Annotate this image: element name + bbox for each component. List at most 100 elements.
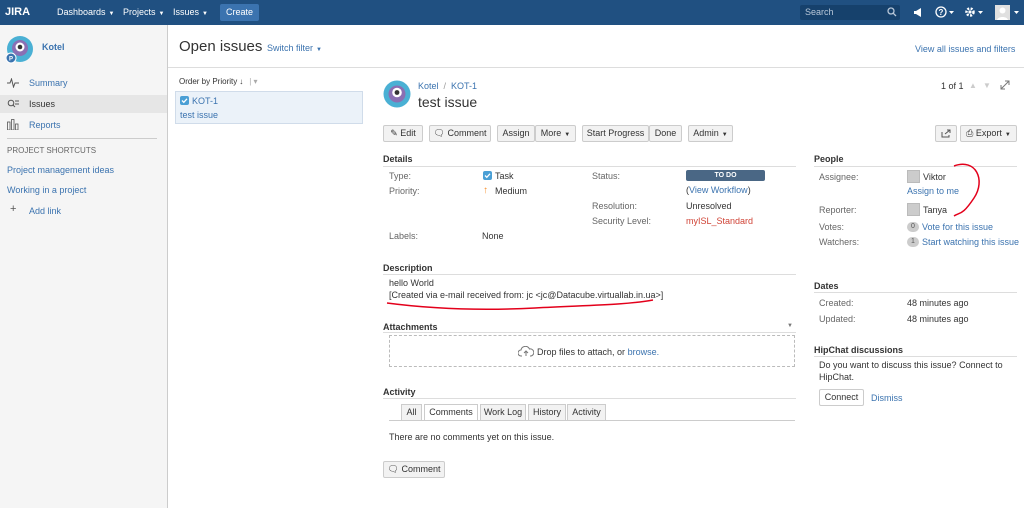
nav-issues[interactable]: Issues ▼ <box>173 0 208 27</box>
tab-work-log[interactable]: Work Log <box>480 404 526 421</box>
share-button[interactable] <box>935 125 957 142</box>
tab-comments[interactable]: Comments <box>424 404 478 421</box>
start-progress-button[interactable]: Start Progress <box>582 125 649 142</box>
add-comment-label: Comment <box>401 464 441 474</box>
more-button[interactable]: More ▼ <box>535 125 576 142</box>
nav-dashboards[interactable]: Dashboards ▼ <box>57 0 114 27</box>
user-avatar[interactable] <box>995 5 1021 20</box>
comment-button[interactable]: 🗨 Comment <box>429 125 491 142</box>
vote-link[interactable]: Vote for this issue <box>922 222 993 233</box>
details-divider <box>383 166 796 167</box>
create-button[interactable]: Create <box>220 4 259 21</box>
created-value: 48 minutes ago <box>907 298 969 308</box>
switch-filter-label: Switch filter <box>267 43 314 53</box>
description-line[interactable]: hello World <box>389 278 434 289</box>
sidebar-item-issues[interactable]: Issues <box>0 95 167 113</box>
chevron-down-icon: ▼ <box>316 47 322 53</box>
sidebar-divider <box>7 138 157 139</box>
issue-summary-title[interactable]: test issue <box>418 94 477 110</box>
chevron-down-icon[interactable]: ▼ <box>787 323 793 329</box>
breadcrumb-project[interactable]: Kotel <box>418 81 439 91</box>
speech-bubble-icon: 🗨 <box>387 464 402 474</box>
search-input[interactable]: Search <box>800 5 900 20</box>
pencil-icon: ✎ <box>390 128 401 138</box>
reporter-avatar <box>907 203 920 216</box>
priority-value: Medium <box>495 186 528 196</box>
watchers-count-badge: 1 <box>907 237 919 247</box>
issue-list-item[interactable]: KOT-1 test issue <box>175 91 363 124</box>
drop-text: Drop files to attach, or <box>537 347 626 357</box>
speech-bubble-icon: 🗨 <box>433 128 448 138</box>
export-label: Export <box>975 128 1002 138</box>
admin-label: Admin <box>693 128 719 138</box>
chevron-down-icon: | ▾ <box>249 77 258 86</box>
chevron-down-icon: ▼ <box>1004 132 1011 138</box>
switch-filter-button[interactable]: Switch filter ▼ <box>267 43 322 53</box>
attachment-drop-zone[interactable]: Drop files to attach, or browse. <box>389 335 795 367</box>
people-divider <box>814 166 1017 167</box>
expand-icon[interactable] <box>1000 80 1010 90</box>
assignee-avatar <box>907 170 920 183</box>
header-divider <box>168 67 1024 68</box>
gear-icon[interactable] <box>964 6 984 18</box>
breadcrumb-separator: / <box>443 81 447 91</box>
shortcut-project-management-ideas[interactable]: Project management ideas <box>7 165 114 175</box>
sidebar-item-reports[interactable]: Reports <box>0 116 167 134</box>
cloud-upload-icon <box>518 346 534 357</box>
edit-label: Edit <box>400 128 416 138</box>
plus-icon: + <box>10 203 17 215</box>
hipchat-text-line: HipChat. <box>819 372 855 382</box>
issues-search-icon <box>7 99 19 109</box>
browse-link[interactable]: browse. <box>628 347 660 357</box>
pager-prev-icon[interactable]: ▲ <box>969 81 977 90</box>
view-workflow: (View Workflow) <box>686 185 751 195</box>
chevron-down-icon: ▼ <box>202 11 208 17</box>
tab-activity[interactable]: Activity <box>567 404 606 421</box>
search-icon[interactable] <box>887 7 897 17</box>
people-heading: People <box>814 154 844 164</box>
dismiss-link[interactable]: Dismiss <box>871 393 903 404</box>
assignee-value[interactable]: Viktor <box>923 172 946 183</box>
tab-history[interactable]: History <box>528 404 566 421</box>
watch-link[interactable]: Start watching this issue <box>922 237 1019 248</box>
dates-heading: Dates <box>814 281 839 291</box>
shortcut-working-in-a-project[interactable]: Working in a project <box>7 185 86 195</box>
jira-logo[interactable]: JIRA <box>5 5 30 20</box>
issue-list-summary: test issue <box>180 110 219 120</box>
description-heading: Description <box>383 263 433 273</box>
pager-next-icon[interactable]: ▼ <box>983 81 991 90</box>
more-label: More <box>540 128 562 138</box>
view-all-issues-link[interactable]: View all issues and filters <box>915 44 1015 54</box>
page-title: Open issues <box>179 38 263 55</box>
connect-button[interactable]: Connect <box>819 389 864 406</box>
tab-all[interactable]: All <box>401 404 422 421</box>
votes-count-badge: 0 <box>907 222 919 232</box>
assign-button[interactable]: Assign <box>497 125 535 142</box>
issue-pager: 1 of 1 <box>941 81 964 91</box>
hipchat-text-line: Do you want to discuss this issue? Conne… <box>819 360 1003 370</box>
sidebar-item-summary[interactable]: Summary <box>0 74 167 92</box>
security-level-value: myISL_Standard <box>686 216 754 226</box>
hipchat-heading: HipChat discussions <box>814 345 904 355</box>
add-link[interactable]: Add link <box>29 206 61 216</box>
add-comment-button[interactable]: 🗨 Comment <box>383 461 445 478</box>
tab-baseline <box>389 420 795 421</box>
admin-button[interactable]: Admin ▼ <box>688 125 733 142</box>
votes-label: Votes: <box>819 222 845 232</box>
notifications-megaphone-icon[interactable] <box>913 7 924 18</box>
project-name[interactable]: Kotel <box>42 42 65 52</box>
help-icon[interactable]: ? <box>935 6 955 18</box>
export-button[interactable]: ⎙ Export ▼ <box>960 125 1017 142</box>
order-by-priority-button[interactable]: Order by Priority ↓ | ▾ <box>179 77 258 86</box>
reporter-value[interactable]: Tanya <box>923 205 947 216</box>
breadcrumb-issue-key[interactable]: KOT-1 <box>451 81 477 91</box>
hipchat-divider <box>814 356 1017 357</box>
view-workflow-link[interactable]: View Workflow <box>689 185 748 195</box>
issue-list-key: KOT-1 <box>192 96 219 106</box>
done-button[interactable]: Done <box>649 125 682 142</box>
edit-button[interactable]: ✎ Edit <box>383 125 423 142</box>
nav-projects[interactable]: Projects ▼ <box>123 0 164 27</box>
attachments-heading: Attachments <box>383 322 438 332</box>
task-checkbox-icon <box>180 96 189 105</box>
project-avatar[interactable]: P <box>6 35 34 65</box>
